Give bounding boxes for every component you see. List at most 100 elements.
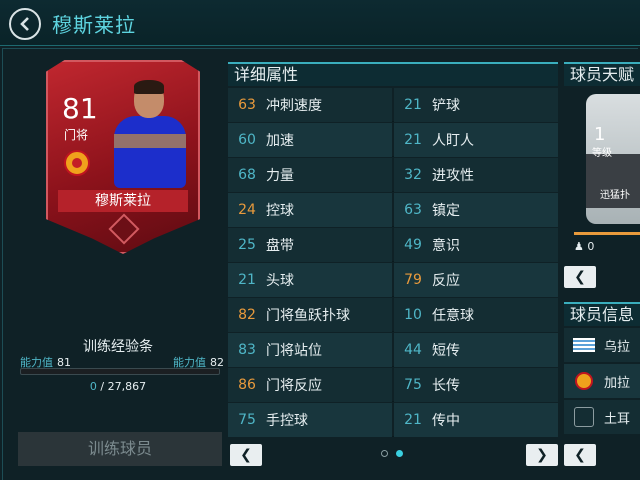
stat-value: 49: [404, 237, 422, 253]
talent-likes: ♟ 0: [574, 240, 595, 253]
stat-value: 10: [404, 307, 422, 323]
stat-cell: 82 门将鱼跃扑球: [228, 298, 392, 332]
xp-progress-bar: [20, 368, 220, 375]
stat-name: 门将鱼跃扑球: [266, 308, 350, 324]
stat-value: 24: [238, 202, 256, 218]
stat-cell: 21 传中: [394, 403, 558, 437]
stat-cell: 68 力量: [228, 158, 392, 192]
chevron-left-icon: ❮: [240, 447, 252, 463]
page-dot[interactable]: [381, 450, 388, 457]
stat-name: 盘带: [266, 238, 294, 254]
stat-name: 长传: [432, 378, 460, 394]
talent-bar: [574, 232, 640, 235]
stat-cell: 83 门将站位: [228, 333, 392, 367]
page-title: 穆斯莱拉: [52, 13, 136, 37]
header-bar: 穆斯莱拉: [0, 0, 640, 46]
player-card[interactable]: 81 门将 穆斯莱拉: [46, 60, 200, 254]
stat-cell: 49 意识: [394, 228, 558, 262]
stat-value: 21: [238, 272, 256, 288]
stat-cell: 21 人盯人: [394, 123, 558, 157]
stat-value: 44: [404, 342, 422, 358]
stat-cell: 63 镇定: [394, 193, 558, 227]
stat-cell: 79 反应: [394, 263, 558, 297]
stat-cell: 32 进攻性: [394, 158, 558, 192]
stat-value: 82: [238, 307, 256, 323]
info-prev-button[interactable]: ❮: [564, 444, 596, 466]
stat-name: 加速: [266, 133, 294, 149]
stat-value: 83: [238, 342, 256, 358]
stat-value: 86: [238, 377, 256, 393]
xp-readout: 0 / 27,867: [89, 380, 147, 393]
card-gem-icon: [108, 213, 140, 245]
stat-name: 头球: [266, 273, 294, 289]
stat-name: 铲球: [432, 98, 460, 114]
stat-value: 32: [404, 167, 422, 183]
stat-value: 21: [404, 97, 422, 113]
stat-name: 传中: [432, 413, 460, 429]
stat-cell: 10 任意球: [394, 298, 558, 332]
page-dot-active[interactable]: [396, 450, 403, 457]
info-row[interactable]: 乌拉: [564, 328, 640, 362]
stat-row: 63 冲刺速度 21 铲球: [228, 88, 558, 122]
stats-panel: 详细属性 63 冲刺速度 21 铲球 60 加速 21 人盯人 68 力量 32 进攻性 24 控球 63 镇…: [228, 62, 558, 474]
stat-cell: 75 长传: [394, 368, 558, 402]
stat-name: 门将反应: [266, 378, 322, 394]
stat-cell: 86 门将反应: [228, 368, 392, 402]
stat-row: 24 控球 63 镇定: [228, 193, 558, 227]
stat-name: 短传: [432, 343, 460, 359]
stat-name: 镇定: [432, 203, 460, 219]
stat-name: 门将站位: [266, 343, 322, 359]
stat-name: 力量: [266, 168, 294, 184]
stats-next-button[interactable]: ❯: [526, 444, 558, 466]
training-label: 训练经验条: [83, 339, 153, 355]
stat-name: 人盯人: [432, 133, 474, 149]
stat-cell: 63 冲刺速度: [228, 88, 392, 122]
stat-value: 68: [238, 167, 256, 183]
train-player-button[interactable]: 训练球员: [18, 432, 222, 466]
talent-card[interactable]: 1 等级 迅猛扑: [586, 94, 640, 224]
stat-cell: 25 盘带: [228, 228, 392, 262]
talent-level-label: 等级: [592, 148, 612, 159]
stat-row: 75 手控球 21 传中: [228, 403, 558, 437]
info-row[interactable]: 加拉: [564, 364, 640, 398]
stats-prev-button[interactable]: ❮: [230, 444, 262, 466]
player-card-panel: 81 门将 穆斯莱拉 训练经验条 能力值 81 能力值 82 0 / 27,867 …: [10, 52, 226, 472]
talent-level: 1: [594, 124, 606, 145]
player-image: [110, 78, 190, 188]
chevron-left-icon: ❮: [574, 447, 586, 463]
stat-cell: 21 铲球: [394, 88, 558, 122]
stat-row: 25 盘带 49 意识: [228, 228, 558, 262]
stat-name: 控球: [266, 203, 294, 219]
info-title: 球员信息: [564, 302, 640, 326]
stat-cell: 60 加速: [228, 123, 392, 157]
stat-value: 63: [404, 202, 422, 218]
uruguay-flag-icon: [573, 338, 595, 352]
back-button[interactable]: [9, 8, 41, 40]
stat-cell: 75 手控球: [228, 403, 392, 437]
club-badge-icon: [64, 150, 90, 176]
info-text: 加拉: [604, 375, 631, 391]
right-panel: 球员天赋 1 等级 迅猛扑 ♟ 0 ❮ 球员信息 乌拉 加拉 土耳 ❮: [564, 62, 640, 474]
stat-value: 63: [238, 97, 256, 113]
stat-name: 反应: [432, 273, 460, 289]
info-text: 乌拉: [604, 339, 631, 355]
chevron-left-icon: [20, 17, 29, 31]
stat-value: 60: [238, 132, 256, 148]
stat-value: 75: [404, 377, 422, 393]
stat-cell: 24 控球: [228, 193, 392, 227]
card-player-name: 穆斯莱拉: [58, 190, 188, 212]
stat-value: 25: [238, 237, 256, 253]
info-text: 土耳: [604, 411, 631, 427]
info-row[interactable]: 土耳: [564, 400, 640, 434]
stat-name: 冲刺速度: [266, 98, 322, 114]
stat-name: 手控球: [266, 413, 308, 429]
talent-name: 迅猛扑: [600, 190, 630, 201]
stat-cell: 21 头球: [228, 263, 392, 297]
person-icon: ♟: [574, 240, 584, 253]
stat-name: 意识: [432, 238, 460, 254]
stat-value: 21: [404, 412, 422, 428]
stat-row: 60 加速 21 人盯人: [228, 123, 558, 157]
card-rating: 81: [62, 92, 98, 125]
talent-prev-button[interactable]: ❮: [564, 266, 596, 288]
stat-cell: 44 短传: [394, 333, 558, 367]
